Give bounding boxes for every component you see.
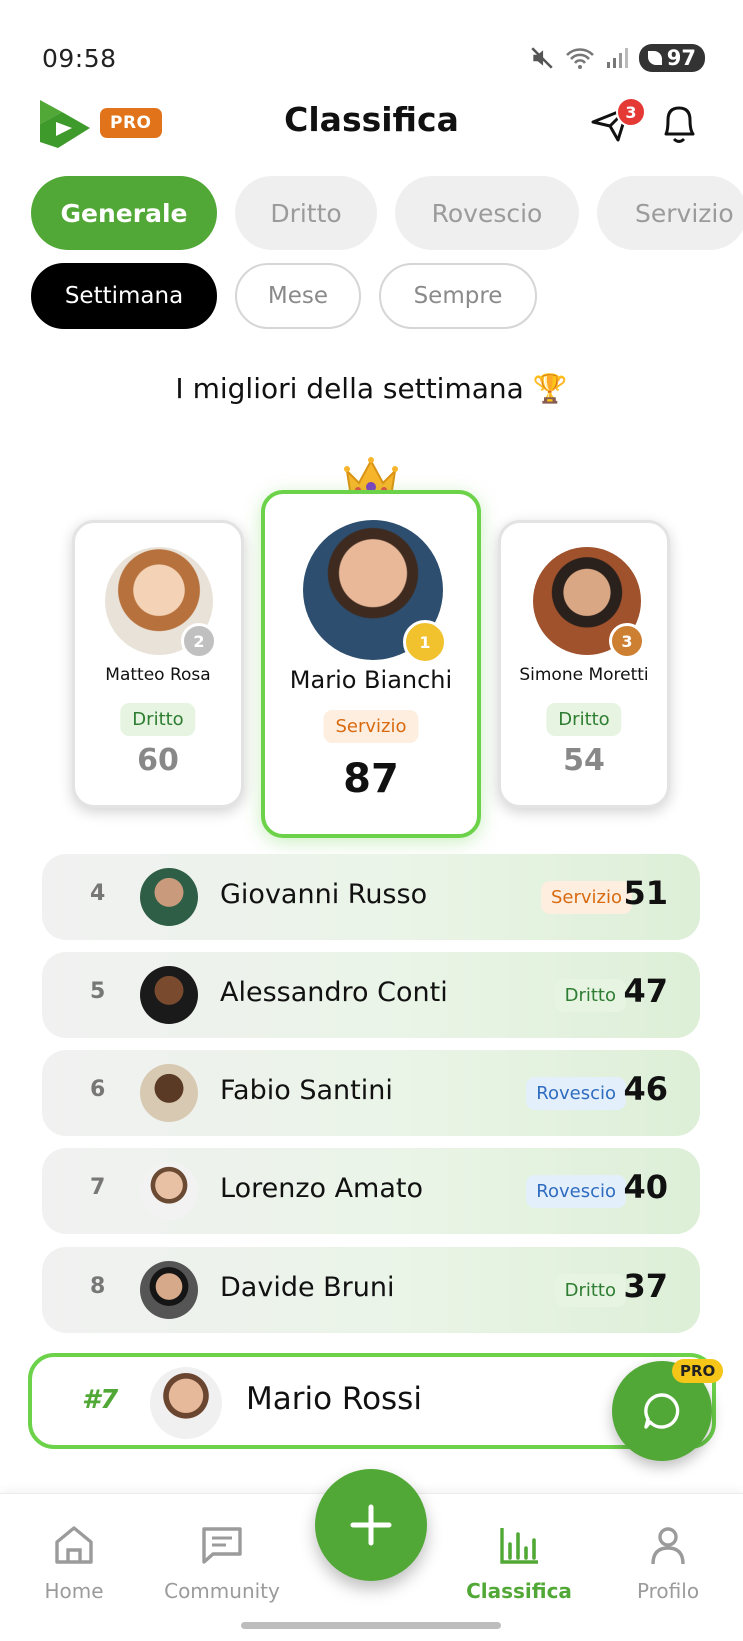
avatar bbox=[150, 1367, 222, 1439]
row-rank: 4 bbox=[90, 881, 106, 906]
leaderboard-subtitle: I migliori della settimana 🏆 bbox=[175, 372, 568, 405]
status-icons: 97 bbox=[529, 44, 705, 72]
row-rank: 8 bbox=[90, 1274, 106, 1299]
avatar bbox=[140, 868, 198, 926]
chat-bubble-icon bbox=[644, 1393, 680, 1429]
row-name: Davide Bruni bbox=[220, 1272, 395, 1303]
row-rank: 6 bbox=[90, 1077, 106, 1102]
messages-badge: 3 bbox=[616, 97, 646, 127]
bronze-medal-icon: 3 bbox=[609, 623, 645, 659]
row-category: Servizio bbox=[540, 881, 632, 914]
podium-second[interactable]: 2 Matteo Rosa Dritto 60 bbox=[72, 520, 244, 808]
home-icon bbox=[55, 1526, 93, 1564]
podium-third-score: 54 bbox=[563, 743, 605, 778]
podium-second-score: 60 bbox=[137, 743, 179, 778]
period-mese[interactable]: Mese bbox=[235, 263, 361, 329]
nav-profilo-label: Profilo bbox=[636, 1579, 700, 1603]
podium-first-score: 87 bbox=[343, 756, 399, 802]
table-row[interactable]: 6 Fabio Santini Rovescio 46 bbox=[42, 1050, 700, 1136]
avatar bbox=[140, 1064, 198, 1122]
podium-third-name: Simone Moretti bbox=[519, 665, 649, 685]
row-category: Dritto bbox=[554, 979, 626, 1012]
row-name: Lorenzo Amato bbox=[220, 1173, 424, 1204]
current-user-name: Mario Rossi bbox=[246, 1381, 422, 1417]
mute-icon bbox=[531, 47, 553, 69]
notifications-button[interactable] bbox=[658, 102, 700, 150]
row-name: Fabio Santini bbox=[220, 1075, 393, 1106]
table-row[interactable]: 7 Lorenzo Amato Rovescio 40 bbox=[42, 1148, 700, 1234]
message-square-icon bbox=[202, 1527, 242, 1564]
home-indicator bbox=[241, 1622, 501, 1629]
row-category: Rovescio bbox=[526, 1077, 626, 1110]
avatar bbox=[140, 1261, 198, 1319]
podium-third-category: Dritto bbox=[546, 703, 622, 736]
nav-home-label: Home bbox=[44, 1579, 104, 1603]
row-category: Dritto bbox=[554, 1274, 626, 1307]
nav-classifica-label: Classifica bbox=[466, 1579, 572, 1603]
podium-second-name: Matteo Rosa bbox=[105, 665, 211, 685]
row-score: 51 bbox=[623, 874, 668, 912]
current-user-rank: #7 bbox=[82, 1385, 119, 1415]
nav-profilo[interactable]: Profilo bbox=[598, 1522, 738, 1603]
add-button[interactable] bbox=[315, 1469, 427, 1581]
signal-icon bbox=[606, 48, 628, 68]
row-score: 37 bbox=[623, 1267, 668, 1305]
tab-rovescio[interactable]: Rovescio bbox=[395, 176, 579, 250]
battery-indicator: 97 bbox=[638, 44, 705, 72]
wifi-icon bbox=[565, 48, 594, 69]
silver-medal-icon: 2 bbox=[181, 623, 217, 659]
bell-icon bbox=[664, 106, 695, 143]
row-rank: 5 bbox=[90, 979, 106, 1004]
podium-first[interactable]: 1 Mario Bianchi Servizio 87 bbox=[261, 490, 481, 838]
table-row[interactable]: 8 Davide Bruni Dritto 37 bbox=[42, 1247, 700, 1333]
period-sempre[interactable]: Sempre bbox=[379, 263, 537, 329]
tab-dritto[interactable]: Dritto bbox=[235, 176, 377, 250]
podium-third[interactable]: 3 Simone Moretti Dritto 54 bbox=[498, 520, 670, 808]
row-score: 40 bbox=[623, 1168, 668, 1206]
row-name: Giovanni Russo bbox=[220, 879, 428, 910]
chat-pro-badge: PRO bbox=[672, 1359, 724, 1383]
nav-classifica[interactable]: Classifica bbox=[449, 1522, 589, 1603]
nav-home[interactable]: Home bbox=[4, 1522, 144, 1603]
gold-medal-icon: 1 bbox=[403, 620, 447, 664]
bar-chart-icon bbox=[500, 1528, 538, 1564]
category-tabs: Generale Dritto Rovescio Servizio bbox=[31, 176, 743, 250]
row-rank: 7 bbox=[90, 1175, 106, 1200]
plus-icon bbox=[350, 1504, 392, 1546]
user-icon bbox=[651, 1527, 685, 1565]
row-score: 46 bbox=[623, 1070, 668, 1108]
nav-community-label: Community bbox=[164, 1579, 280, 1603]
avatar bbox=[140, 966, 198, 1024]
row-category: Rovescio bbox=[526, 1175, 626, 1208]
table-row[interactable]: 4 Giovanni Russo Servizio 51 bbox=[42, 854, 700, 940]
table-row[interactable]: 5 Alessandro Conti Dritto 47 bbox=[42, 952, 700, 1038]
nav-community[interactable]: Community bbox=[152, 1522, 292, 1603]
status-time: 09:58 bbox=[42, 44, 117, 73]
avatar bbox=[140, 1162, 198, 1220]
tab-servizio[interactable]: Servizio bbox=[597, 176, 743, 250]
podium-first-name: Mario Bianchi bbox=[289, 666, 453, 694]
period-filters: Settimana Mese Sempre bbox=[31, 263, 537, 329]
row-name: Alessandro Conti bbox=[220, 977, 448, 1008]
tab-generale[interactable]: Generale bbox=[31, 176, 217, 250]
period-settimana[interactable]: Settimana bbox=[31, 263, 217, 329]
row-score: 47 bbox=[623, 972, 668, 1010]
podium-second-category: Dritto bbox=[120, 703, 196, 736]
podium-first-category: Servizio bbox=[323, 710, 419, 743]
